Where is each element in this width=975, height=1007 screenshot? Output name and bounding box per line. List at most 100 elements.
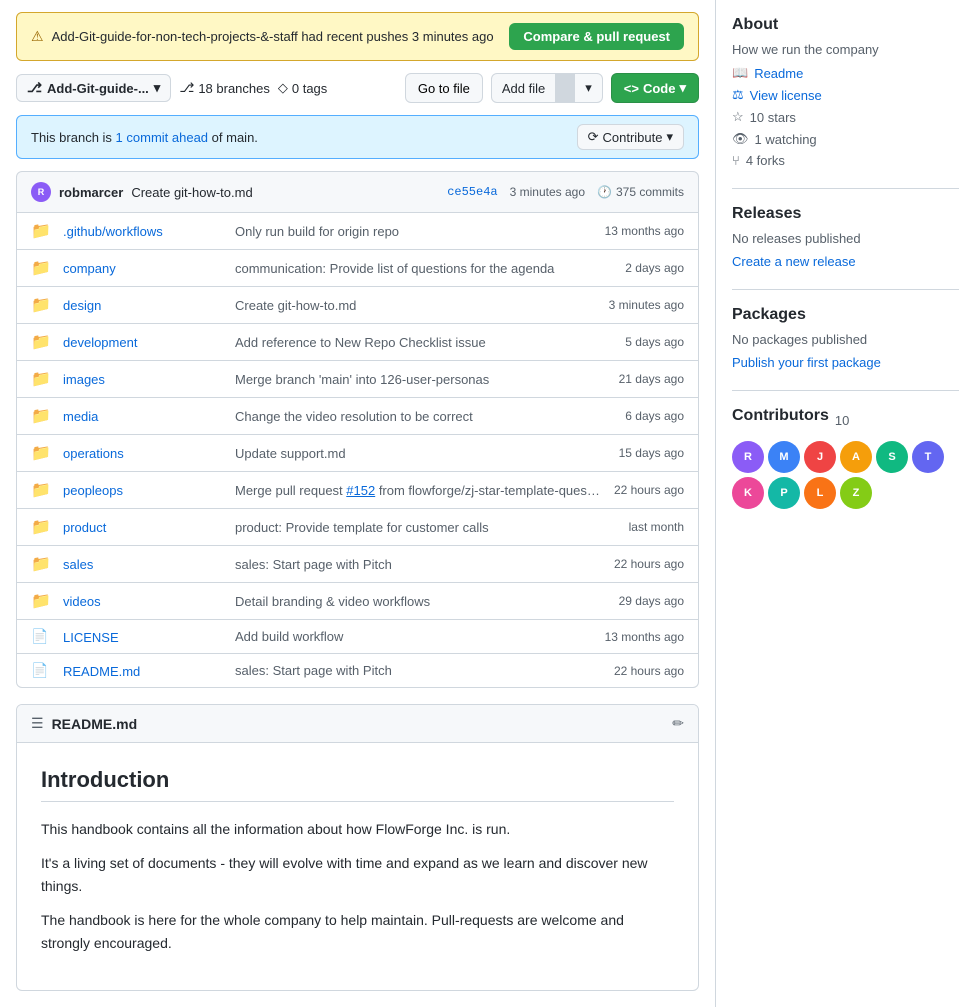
readme-p2: It's a living set of documents - they wi… (41, 852, 674, 897)
file-name-link[interactable]: media (63, 409, 98, 424)
contribute-button[interactable]: ⟳ Contribute ▾ (577, 124, 684, 150)
file-name-link[interactable]: product (63, 520, 106, 535)
folder-icon: 📁 (31, 295, 51, 315)
tags-link[interactable]: ◇ 0 tags (278, 80, 327, 96)
readme-header: ☰ README.md ✏ (17, 705, 698, 743)
contributor-avatar-8[interactable]: P (768, 477, 800, 509)
go-to-file-button[interactable]: Go to file (405, 73, 483, 103)
edit-readme-icon[interactable]: ✏ (672, 715, 684, 732)
file-time: 5 days ago (625, 335, 684, 349)
file-commit-message: Change the video resolution to be correc… (235, 409, 613, 424)
commit-hash[interactable]: ce55e4a (447, 185, 497, 199)
folder-icon: 📁 (31, 258, 51, 278)
branch-selector[interactable]: ⎇ Add-Git-guide-... ▾ (16, 74, 171, 102)
forks-stat[interactable]: ⑂ 4 forks (732, 153, 959, 168)
sidebar-divider-1 (732, 188, 959, 189)
table-row: 📁 company communication: Provide list of q… (17, 250, 698, 287)
contributors-count: 10 (835, 413, 849, 428)
contributor-avatar-1[interactable]: R (732, 441, 764, 473)
contributor-avatar-10[interactable]: Z (840, 477, 872, 509)
releases-section: Releases No releases published Create a … (732, 205, 959, 269)
file-name-link[interactable]: LICENSE (63, 630, 119, 645)
file-time: 13 months ago (605, 630, 684, 644)
file-commit-message: sales: Start page with Pitch (235, 663, 602, 678)
dropdown-divider (555, 74, 575, 102)
commit-bar-left: R robmarcer Create git-how-to.md (31, 182, 253, 202)
about-section: About How we run the company 📖 Readme ⚖ … (732, 16, 959, 168)
contributor-avatar-4[interactable]: A (840, 441, 872, 473)
file-name-link[interactable]: company (63, 261, 116, 276)
commit-bar-right: ce55e4a 3 minutes ago 🕐 375 commits (447, 185, 684, 199)
file-commit-message: Detail branding & video workflows (235, 594, 607, 609)
file-name-link[interactable]: README.md (63, 664, 140, 679)
file-commit-message: Update support.md (235, 446, 607, 461)
commit-message: Create git-how-to.md (131, 185, 252, 200)
branches-link[interactable]: ⎇ 18 branches (179, 80, 270, 96)
compare-pull-request-button[interactable]: Compare & pull request (509, 23, 684, 50)
code-chevron-icon: ▾ (679, 80, 686, 96)
folder-icon: 📁 (31, 369, 51, 389)
table-row: 📁.github/workflowsOnly run build for ori… (17, 213, 698, 250)
branch-link[interactable]: Add-Git-guide-for-non-tech-projects-&-st… (52, 29, 298, 44)
commit-count: 🕐 375 commits (597, 185, 684, 199)
file-name-link[interactable]: design (63, 298, 101, 313)
add-file-dropdown[interactable]: Add file ▾ (491, 73, 603, 103)
file-time: 22 hours ago (614, 483, 684, 497)
sidebar: About How we run the company 📖 Readme ⚖ … (715, 0, 975, 1007)
file-name-link[interactable]: development (63, 335, 137, 350)
alert-content: Add-Git-guide-for-non-tech-projects-&-st… (52, 29, 494, 44)
branches-count: 18 branches (198, 81, 270, 96)
table-row: 📁developmentAdd reference to New Repo Ch… (17, 324, 698, 361)
watching-stat[interactable]: 👁 1 watching (732, 131, 959, 147)
file-commit-message: Create git-how-to.md (235, 298, 597, 313)
contributor-avatar-3[interactable]: J (804, 441, 836, 473)
stars-stat[interactable]: ☆ 10 stars (732, 109, 959, 125)
contributors-title: Contributors (732, 407, 829, 425)
file-table: 📁 .github/workflows Only run build for ori… (16, 213, 699, 688)
file-icon: 📄 (31, 662, 51, 679)
alert-banner: ⚠ Add-Git-guide-for-non-tech-projects-&-… (16, 12, 699, 61)
contributor-avatar-7[interactable]: K (732, 477, 764, 509)
file-commit-message: Only run build for origin repo (235, 224, 593, 239)
add-file-chevron-icon[interactable]: ▾ (575, 75, 602, 101)
file-commit-message: Merge pull request #152 from flowforge/z… (235, 483, 602, 498)
create-release-link[interactable]: Create a new release (732, 254, 959, 269)
star-icon: ☆ (732, 109, 744, 125)
file-name-link[interactable]: sales (63, 557, 93, 572)
branch-actions: Go to file Add file ▾ <> Code ▾ (405, 73, 699, 103)
readme-link[interactable]: 📖 Readme (732, 65, 959, 81)
pr-link[interactable]: #152 (346, 483, 375, 498)
eye-icon: 👁 (732, 131, 749, 147)
file-name-link[interactable]: peopleops (63, 483, 123, 498)
file-name-link[interactable]: .github/workflows (63, 224, 163, 239)
table-row: 📄 README.md sales: Start page with Pitch 22… (17, 654, 698, 687)
no-packages-text: No packages published (732, 332, 959, 347)
contributor-avatar-5[interactable]: S (876, 441, 908, 473)
file-time: 22 hours ago (614, 557, 684, 571)
file-time: 22 hours ago (614, 664, 684, 678)
about-description: How we run the company (732, 42, 959, 57)
releases-title: Releases (732, 205, 959, 223)
table-row: 📁videosDetail branding & video workflows… (17, 583, 698, 620)
file-time: 2 days ago (625, 261, 684, 275)
contributor-avatar-6[interactable]: T (912, 441, 944, 473)
readme-body: Introduction This handbook contains all … (17, 743, 698, 990)
branch-icon: ⎇ (27, 80, 42, 96)
file-name-link[interactable]: images (63, 372, 105, 387)
file-name-link[interactable]: operations (63, 446, 124, 461)
branch-info-bar: This branch is 1 commit ahead of main. ⟳… (16, 115, 699, 159)
add-file-label[interactable]: Add file (492, 76, 555, 101)
file-commit-message: sales: Start page with Pitch (235, 557, 602, 572)
publish-package-link[interactable]: Publish your first package (732, 355, 959, 370)
code-button[interactable]: <> Code ▾ (611, 73, 699, 103)
tags-count: 0 tags (292, 81, 327, 96)
file-commit-message: communication: Provide list of questions… (235, 261, 613, 276)
commit-username[interactable]: robmarcer (59, 185, 123, 200)
contributor-avatar-2[interactable]: M (768, 441, 800, 473)
scale-icon: ⚖ (732, 87, 744, 103)
commit-ahead-link[interactable]: 1 commit ahead (116, 130, 209, 145)
file-name-link[interactable]: videos (63, 594, 101, 609)
commit-user-avatar[interactable]: R (31, 182, 51, 202)
contributor-avatar-9[interactable]: L (804, 477, 836, 509)
license-link[interactable]: ⚖ View license (732, 87, 959, 103)
